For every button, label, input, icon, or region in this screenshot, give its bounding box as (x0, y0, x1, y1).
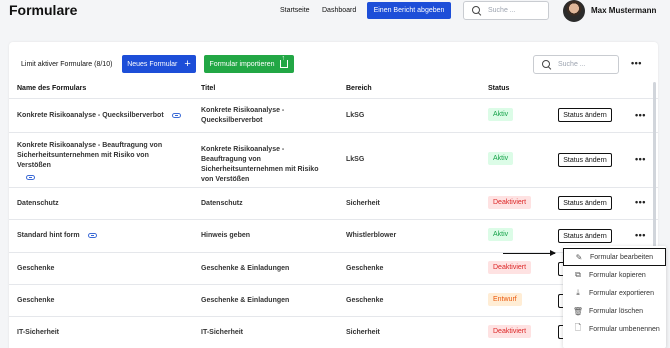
table-row-name: IT-Sicherheit (17, 329, 60, 336)
row-divider (9, 284, 658, 285)
link-icon[interactable] (87, 232, 97, 238)
status-badge: Entwurf (488, 293, 522, 306)
link-icon[interactable] (171, 112, 181, 118)
column-header-status[interactable]: Status (488, 85, 509, 92)
menu-item-copy[interactable]: ⧉ Formular kopieren (563, 266, 666, 284)
row-menu-icon[interactable]: ••• (635, 230, 646, 240)
row-divider (9, 219, 658, 220)
status-badge: Aktiv (488, 152, 514, 165)
row-divider (9, 98, 658, 99)
change-status-button[interactable]: Status ändern (558, 196, 612, 210)
search-icon (472, 6, 481, 15)
column-header-title[interactable]: Titel (201, 85, 215, 92)
table-row-area: Geschenke (346, 297, 384, 304)
table-row-title: Geschenke & Einladungen (201, 297, 290, 304)
table-row-title: Geschenke & Einladungen (201, 265, 290, 272)
table-search-placeholder: Suche ... (558, 61, 586, 68)
table-row-area: LkSG (346, 112, 365, 119)
row-context-menu: ✎ Formular bearbeiten ⧉ Formular kopiere… (563, 246, 666, 348)
search-icon (542, 60, 551, 69)
header-search-placeholder: Suche ... (488, 7, 516, 14)
row-divider (9, 187, 658, 188)
status-badge: Deaktiviert (488, 196, 532, 209)
table-row-area: LkSG (346, 156, 365, 163)
trash-icon: 🗑 (572, 306, 584, 316)
menu-item-delete[interactable]: 🗑 Formular löschen (563, 302, 666, 320)
row-menu-icon[interactable]: ••• (635, 154, 646, 164)
row-divider (9, 316, 658, 317)
nav-dashboard[interactable]: Dashboard (322, 7, 356, 14)
status-badge: Deaktiviert (488, 325, 532, 338)
row-divider (9, 132, 658, 133)
import-form-button[interactable]: Formular importieren (204, 55, 294, 73)
upload-icon (280, 55, 289, 68)
table-row-name: Konkrete Risikoanalyse - Quecksilberverb… (17, 111, 187, 121)
rename-icon: 🗋 (574, 323, 582, 332)
page-title: Formulare (9, 2, 78, 18)
table-row-title: Datenschutz (201, 200, 243, 207)
table-row-area: Sicherheit (346, 329, 380, 336)
column-header-name[interactable]: Name des Formulars (17, 85, 86, 92)
table-row-name: Geschenke (17, 297, 55, 304)
table-row-title: IT-Sicherheit (201, 329, 244, 336)
menu-item-export[interactable]: ⤓ Formular exportieren (563, 284, 666, 302)
change-status-button[interactable]: Status ändern (558, 229, 612, 243)
table-row-title: Konkrete Risikoanalyse - Quecksilberverb… (201, 107, 285, 124)
report-button[interactable]: Einen Bericht abgeben (367, 2, 451, 19)
avatar[interactable] (563, 0, 585, 22)
pencil-icon: ✎ (575, 252, 583, 262)
import-form-label: Formular importieren (209, 60, 275, 68)
change-status-button[interactable]: Status ändern (558, 108, 612, 122)
table-row-area: Sicherheit (346, 200, 380, 207)
new-form-button[interactable]: Neues Formular + (122, 55, 196, 73)
copy-icon: ⧉ (575, 270, 581, 279)
table-row-name: Datenschutz (17, 200, 59, 207)
download-icon: ⤓ (576, 288, 580, 297)
table-row-area: Whistlerblower (346, 232, 397, 239)
table-row-title: Hinweis geben (201, 232, 251, 239)
pointer-arrow (503, 250, 556, 256)
column-header-area[interactable]: Bereich (346, 85, 372, 92)
header-search-input[interactable]: Suche ... (463, 1, 549, 20)
table-row-name: Konkrete Risikoanalyse - Beauftragung vo… (17, 141, 182, 181)
user-name[interactable]: Max Mustermann (591, 6, 656, 15)
status-badge: Aktiv (488, 108, 514, 121)
new-form-label: Neues Formular (127, 60, 178, 68)
row-divider (9, 252, 658, 253)
link-icon[interactable] (26, 175, 35, 180)
menu-item-rename[interactable]: 🗋 Formular umbenennen (563, 320, 666, 338)
row-menu-icon[interactable]: ••• (635, 110, 646, 120)
table-row-title: Konkrete Risikoanalyse - Beauftragung vo… (201, 146, 319, 183)
menu-item-edit[interactable]: ✎ Formular bearbeiten (563, 248, 666, 266)
table-row-area: Geschenke (346, 265, 384, 272)
table-search-input[interactable]: Suche ... (533, 55, 619, 74)
change-status-button[interactable]: Status ändern (558, 153, 612, 167)
more-options-icon[interactable]: ••• (631, 58, 642, 68)
nav-startseite[interactable]: Startseite (280, 7, 310, 14)
table-row-name: Standard hint form (17, 231, 97, 241)
status-badge: Deaktiviert (488, 261, 532, 274)
limit-label: Limit aktiver Formulare (8/10) (21, 61, 113, 68)
plus-icon: + (184, 57, 191, 70)
table-row-name: Geschenke (17, 265, 55, 272)
status-badge: Aktiv (488, 228, 514, 241)
row-menu-icon[interactable]: ••• (635, 197, 646, 207)
top-bar: Formulare Startseite Dashboard Einen Ber… (0, 0, 670, 25)
